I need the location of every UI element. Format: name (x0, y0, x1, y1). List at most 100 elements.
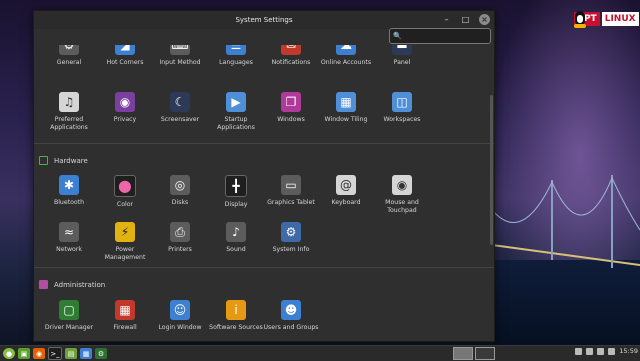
settings-item-label: Online Accounts (320, 59, 372, 66)
settings-item-label: Privacy (113, 116, 137, 123)
printers-icon: ⎙ (170, 222, 190, 242)
firefox-icon[interactable]: ◉ (33, 348, 45, 359)
workspace-switcher[interactable] (453, 347, 495, 360)
settings-item-network[interactable]: ≈ Network (41, 222, 97, 254)
settings-item-label: Windows (277, 116, 305, 123)
network-tray-icon[interactable] (597, 347, 605, 355)
power-icon: ⚡ (115, 222, 135, 242)
settings-item-login-window[interactable]: ☺ Login Window (152, 300, 208, 332)
settings-item-general[interactable]: ⚙ General (41, 45, 97, 67)
settings-item-label: Workspaces (383, 116, 421, 123)
show-desktop-icon[interactable]: ▣ (18, 348, 30, 359)
minimize-button[interactable]: – (441, 14, 452, 25)
users-groups-icon: ☻ (281, 300, 301, 320)
section-title: Administration (54, 280, 106, 289)
settings-item-label: Preferred Applications (50, 116, 88, 131)
settings-item-power-management[interactable]: ⚡ Power Management (97, 222, 153, 261)
settings-item-label: Login Window (158, 324, 202, 331)
settings-item-software-sources[interactable]: i Software Sources (208, 300, 264, 332)
settings-item-label: Users and Groups (263, 324, 319, 331)
workspace-1[interactable] (453, 347, 473, 360)
languages-icon: ☰ (226, 45, 246, 55)
settings-item-driver-manager[interactable]: ▢ Driver Manager (41, 300, 97, 332)
settings-item-languages[interactable]: ☰ Languages (208, 45, 264, 67)
settings-item-label: Sound (226, 246, 246, 253)
terminal-icon[interactable]: >_ (48, 347, 62, 360)
maximize-button[interactable]: □ (460, 14, 471, 25)
input-method-icon: ⌨ (170, 45, 190, 55)
settings-item-panel[interactable]: ▬ Panel (374, 45, 430, 67)
settings-item-label: Display (224, 201, 248, 208)
settings-item-firewall[interactable]: ▦ Firewall (97, 300, 153, 332)
settings-item-color[interactable]: ⬤ Color (97, 175, 153, 209)
sound-icon: ♪ (226, 222, 246, 242)
workspaces-icon: ◫ (392, 92, 412, 112)
software-sources-icon: i (226, 300, 246, 320)
section-divider (34, 267, 494, 268)
titlebar[interactable]: System Settings – □ × (34, 11, 494, 29)
files-icon[interactable]: ▤ (65, 348, 77, 359)
settings-item-label: Printers (168, 246, 192, 253)
settings-item-label: Keyboard (331, 199, 361, 206)
settings-item-label: Network (56, 246, 82, 253)
close-button[interactable]: × (479, 14, 490, 25)
settings-item-graphics-tablet[interactable]: ▭ Graphics Tablet (263, 175, 319, 207)
graphics-tablet-icon: ▭ (281, 175, 301, 195)
clock[interactable]: 15:59 (619, 347, 638, 355)
search-box: 🔍 ⌫ (389, 28, 494, 44)
system-info-icon: ⚙ (281, 222, 301, 242)
settings-item-screensaver[interactable]: ☾ Screensaver (152, 92, 208, 124)
settings-item-hot-corners[interactable]: ◢ Hot Corners (97, 45, 153, 67)
driver-manager-icon: ▢ (59, 300, 79, 320)
privacy-icon: ◉ (115, 92, 135, 112)
section-title: Hardware (54, 156, 88, 165)
online-accounts-icon: ☁ (336, 45, 356, 55)
settings-item-label: Power Management (104, 246, 146, 261)
search-input[interactable] (401, 30, 494, 42)
settings-item-system-info[interactable]: ⚙ System Info (263, 222, 319, 254)
settings-item-window-tiling[interactable]: ▦ Window Tiling (318, 92, 374, 124)
taskbar: ● ▣ ◉ >_ ▤ ▦ ⚙ 15:59 (0, 345, 640, 361)
settings-content: ⚙ General ◢ Hot Corners ⌨ Input Method ☰ Lan… (34, 45, 494, 341)
administration-section-icon (39, 280, 48, 289)
settings-item-keyboard[interactable]: @ Keyboard (318, 175, 374, 207)
settings-item-disks[interactable]: ◎ Disks (152, 175, 208, 207)
settings-item-mouse-touchpad[interactable]: ◉ Mouse and Touchpad (374, 175, 430, 214)
settings-item-label: Hot Corners (106, 59, 144, 66)
software-manager-icon[interactable]: ▦ (80, 348, 92, 359)
hardware-section-header: Hardware (39, 156, 88, 165)
notifications-icon: ✉ (281, 45, 301, 55)
windows-icon: ❐ (281, 92, 301, 112)
settings-item-startup-applications[interactable]: ▶ Startup Applications (208, 92, 264, 131)
settings-item-online-accounts[interactable]: ☁ Online Accounts (318, 45, 374, 67)
settings-item-label: Graphics Tablet (267, 199, 315, 206)
settings-item-printers[interactable]: ⎙ Printers (152, 222, 208, 254)
settings-item-label: Disks (171, 199, 189, 206)
notifications-tray-icon[interactable] (575, 347, 583, 355)
settings-item-sound[interactable]: ♪ Sound (208, 222, 264, 254)
color-icon: ⬤ (114, 175, 136, 197)
settings-item-label: Startup Applications (217, 116, 255, 131)
settings-item-display[interactable]: ╋ Display (208, 175, 264, 209)
settings-item-label: Firewall (113, 324, 137, 331)
system-settings-task-icon[interactable]: ⚙ (95, 348, 107, 359)
settings-item-notifications[interactable]: ✉ Notifications (263, 45, 319, 67)
settings-item-label: Window Tiling (324, 116, 368, 123)
search-icon: 🔍 (393, 32, 402, 40)
settings-item-input-method[interactable]: ⌨ Input Method (152, 45, 208, 67)
workspace-2[interactable] (475, 347, 495, 360)
settings-item-windows[interactable]: ❐ Windows (263, 92, 319, 124)
update-tray-icon[interactable] (586, 347, 594, 355)
startup-applications-icon: ▶ (226, 92, 246, 112)
administration-section-header: Administration (39, 280, 105, 289)
display-icon: ╋ (225, 175, 247, 197)
settings-item-privacy[interactable]: ◉ Privacy (97, 92, 153, 124)
settings-item-preferred-applications[interactable]: ♫ Preferred Applications (41, 92, 97, 131)
settings-item-bluetooth[interactable]: ✱ Bluetooth (41, 175, 97, 207)
wallpaper-bridge (492, 175, 640, 268)
settings-item-workspaces[interactable]: ◫ Workspaces (374, 92, 430, 124)
volume-tray-icon[interactable] (608, 347, 616, 355)
settings-item-users-groups[interactable]: ☻ Users and Groups (263, 300, 319, 332)
menu-icon[interactable]: ● (3, 348, 15, 359)
scrollbar[interactable] (490, 95, 493, 245)
